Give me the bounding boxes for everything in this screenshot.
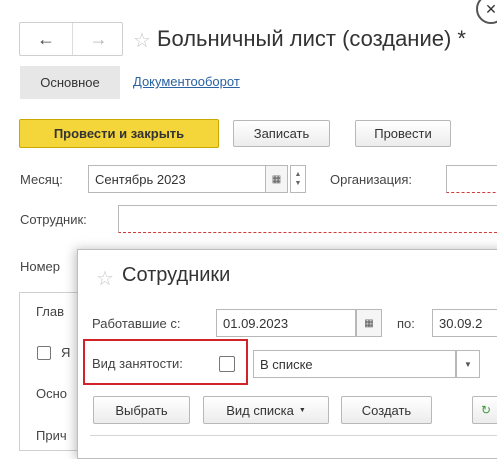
- to-label: по:: [397, 316, 415, 331]
- left-checkbox[interactable]: [37, 346, 51, 360]
- organization-label: Организация:: [330, 172, 413, 187]
- arrow-left-icon: ←: [37, 28, 55, 49]
- dialog-title: Сотрудники: [122, 264, 231, 286]
- organization-field[interactable]: [446, 165, 497, 193]
- month-label: Месяц:: [20, 172, 63, 187]
- tab-docflow[interactable]: Документооборот: [133, 74, 240, 89]
- post-button[interactable]: Провести: [355, 120, 451, 147]
- employment-type-select[interactable]: В списке: [253, 350, 456, 378]
- employment-type-dropdown-button[interactable]: ▼: [456, 350, 480, 378]
- worked-from-label: Работавшие с:: [92, 316, 181, 331]
- spin-up-icon: ▲: [294, 171, 302, 178]
- document-title: Больничный лист (создание) *: [157, 26, 466, 51]
- navigation-buttons: ← →: [19, 22, 123, 56]
- reason-label: Прич: [36, 428, 67, 443]
- left-checkbox-label: Я: [61, 345, 71, 360]
- select-button[interactable]: Выбрать: [93, 396, 190, 424]
- post-and-close-button[interactable]: Провести и закрыть: [19, 119, 219, 148]
- employment-type-checkbox[interactable]: [219, 356, 235, 372]
- number-label: Номер: [20, 259, 61, 274]
- basis-label: Осно: [36, 386, 68, 401]
- refresh-icon: ↻: [480, 403, 492, 417]
- date-from-calendar-button[interactable]: ▦: [356, 309, 382, 337]
- month-field[interactable]: Сентябрь 2023: [88, 165, 266, 193]
- main-group-tab[interactable]: Глав: [36, 304, 64, 319]
- date-to-field[interactable]: 30.09.2: [432, 309, 497, 337]
- dialog-divider: [90, 435, 497, 436]
- create-button[interactable]: Создать: [341, 396, 432, 424]
- calendar-icon: ▦: [271, 173, 282, 185]
- tab-main[interactable]: Основное: [20, 66, 120, 99]
- back-button[interactable]: ←: [20, 23, 72, 55]
- close-icon: ✕: [485, 0, 497, 17]
- extra-button[interactable]: ↻: [472, 396, 497, 424]
- list-view-label: Вид списка: [226, 402, 294, 418]
- chevron-down-icon: ▼: [298, 406, 306, 414]
- calendar-icon: ▦: [364, 317, 374, 329]
- spin-down-icon: ▼: [294, 180, 302, 187]
- list-view-button[interactable]: Вид списка ▼: [203, 396, 329, 424]
- arrow-right-icon: →: [89, 28, 108, 49]
- date-from-field[interactable]: 01.09.2023: [216, 309, 356, 337]
- calendar-button[interactable]: ▦: [265, 165, 288, 193]
- month-stepper[interactable]: ▲ ▼: [290, 165, 306, 193]
- favorite-star-icon[interactable]: ☆: [133, 28, 151, 53]
- dialog-favorite-star-icon[interactable]: ☆: [96, 266, 114, 291]
- employee-label: Сотрудник:: [20, 212, 87, 227]
- forward-button[interactable]: →: [72, 23, 124, 55]
- dropdown-arrow-icon: ▼: [464, 359, 472, 369]
- employee-field[interactable]: [118, 205, 497, 233]
- save-button[interactable]: Записать: [233, 120, 330, 147]
- close-button[interactable]: ✕: [476, 0, 497, 24]
- employment-type-label: Вид занятости:: [92, 356, 183, 371]
